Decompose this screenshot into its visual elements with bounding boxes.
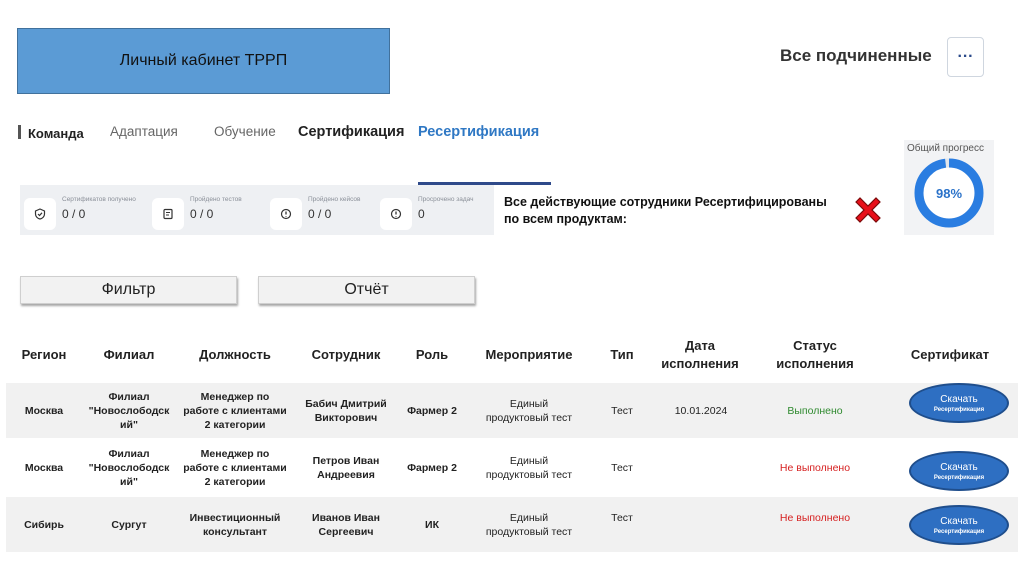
col-header-event: Мероприятие: [485, 347, 573, 362]
stat-value: 0: [418, 207, 425, 221]
col-header-branch: Филиал: [103, 347, 155, 362]
cell-type: Тест: [611, 461, 633, 474]
overall-progress-panel: Общий прогресс 98%: [904, 140, 994, 235]
cell-type: Тест: [611, 404, 633, 417]
download-sublabel: Ресертификация: [933, 406, 985, 413]
stat-tests: Пройдено тестов 0 / 0: [152, 196, 242, 230]
check-shield-icon: [24, 198, 56, 230]
cell-date: [656, 497, 746, 552]
col-header-certificate: Сертификат: [910, 347, 990, 362]
cell-type: Тест: [611, 511, 633, 524]
tab-training[interactable]: Обучение: [214, 124, 276, 139]
cell-branch: Филиал "Новослободск ий": [88, 447, 170, 488]
more-options-button[interactable]: ···: [947, 37, 984, 77]
filter-button[interactable]: Фильтр: [20, 276, 237, 304]
stat-certificates: Сертификатов получено 0 / 0: [24, 196, 136, 230]
stat-cases: Пройдено кейсов 0 / 0: [270, 196, 361, 230]
cell-status: Не выполнено: [779, 511, 851, 524]
cell-status: Выполнено: [787, 404, 843, 417]
download-certificate-button[interactable]: Скачать Ресертификация: [909, 505, 1009, 545]
stat-label: Просрочено задач: [418, 196, 474, 203]
cell-region: Сибирь: [24, 518, 64, 531]
test-sheet-icon: [152, 198, 184, 230]
tab-certification[interactable]: Сертификация: [298, 124, 404, 140]
col-header-type: Тип: [610, 347, 634, 362]
stat-label: Сертификатов получено: [62, 196, 136, 203]
cell-branch: Филиал "Новослободск ий": [88, 390, 170, 431]
stat-value: 0 / 0: [190, 207, 214, 221]
cell-role: Фармер 2: [407, 461, 457, 474]
cell-position: Инвестиционный консультант: [189, 511, 281, 538]
cell-role: Фармер 2: [407, 404, 457, 417]
download-sublabel: Ресертификация: [933, 474, 985, 481]
recertification-notice: Все действующие сотрудники Ресертифициро…: [494, 185, 904, 235]
cell-status: Не выполнено: [779, 461, 851, 474]
stat-label: Пройдено тестов: [190, 196, 242, 203]
progress-value: 98%: [935, 185, 963, 201]
cell-region: Москва: [24, 461, 64, 474]
download-label: Скачать: [940, 515, 978, 527]
report-button[interactable]: Отчёт: [258, 276, 475, 304]
info-icon: [270, 198, 302, 230]
col-header-position: Должность: [199, 347, 271, 362]
progress-label: Общий прогресс: [907, 143, 984, 154]
cell-event: Единый продуктовый тест: [485, 397, 573, 424]
cell-employee: Иванов Иван Сергеевич: [312, 511, 380, 538]
tab-recertification[interactable]: Ресертификация: [418, 124, 539, 140]
col-header-role: Роль: [415, 347, 449, 362]
stat-label: Пройдено кейсов: [308, 196, 361, 203]
cell-position: Менеджер по работе с клиентами 2 категор…: [183, 447, 287, 488]
cell-role: ИК: [425, 518, 439, 531]
cell-date: [656, 440, 746, 495]
download-certificate-button[interactable]: Скачать Ресертификация: [909, 451, 1009, 491]
tab-adaptation[interactable]: Адаптация: [110, 124, 178, 139]
download-certificate-button[interactable]: Скачать Ресертификация: [909, 383, 1009, 423]
tab-indicator-mark: [18, 125, 21, 139]
cell-region: Москва: [24, 404, 64, 417]
subordinates-selector[interactable]: Все подчиненные: [780, 46, 932, 66]
cell-position: Менеджер по работе с клиентами 2 категор…: [183, 390, 287, 431]
download-label: Скачать: [940, 393, 978, 405]
stat-value: 0 / 0: [308, 207, 332, 221]
tab-team[interactable]: Команда: [28, 126, 84, 141]
notice-text: Все действующие сотрудники Ресертифициро…: [504, 195, 827, 226]
download-label: Скачать: [940, 461, 978, 473]
cell-event: Единый продуктовый тест: [485, 511, 573, 538]
page-title: Личный кабинет ТРРП: [17, 28, 390, 94]
stat-overdue: Просрочено задач 0: [380, 196, 474, 230]
download-sublabel: Ресертификация: [933, 528, 985, 535]
cell-employee: Бабич Дмитрий Викторович: [305, 397, 387, 424]
cell-event: Единый продуктовый тест: [485, 454, 573, 481]
stat-value: 0 / 0: [62, 207, 86, 221]
col-header-status: Статус исполнения: [776, 338, 854, 371]
col-header-region: Регион: [21, 347, 67, 362]
info-icon: [380, 198, 412, 230]
col-header-date: Дата исполнения: [661, 338, 739, 371]
cell-employee: Петров Иван Андреевия: [312, 454, 380, 481]
cell-branch: Сургут: [111, 518, 147, 531]
col-header-employee: Сотрудник: [311, 347, 381, 362]
red-cross-icon: [855, 197, 881, 223]
cell-date: 10.01.2024: [674, 404, 728, 417]
